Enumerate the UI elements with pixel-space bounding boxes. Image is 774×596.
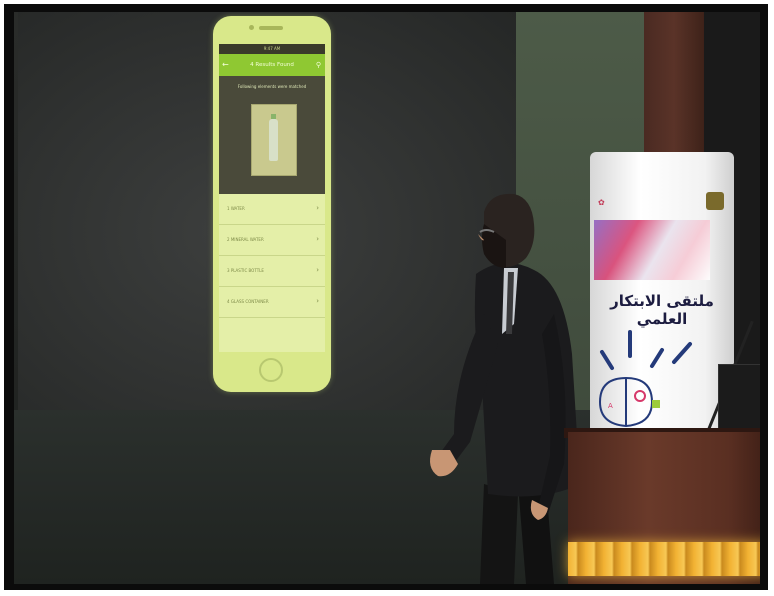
list-item[interactable]: 4 GLASS CONTAINER › <box>219 287 325 318</box>
sponsor-logo: ✿ <box>598 198 605 207</box>
app-header: ← 4 Results Found ⚲ <box>219 54 325 76</box>
organizer-logo <box>706 192 724 210</box>
projected-phone: 9:47 AM ← 4 Results Found ⚲ Following el… <box>213 16 331 392</box>
list-item[interactable]: 1 WATER › <box>219 194 325 225</box>
scanned-image <box>251 104 297 176</box>
result-label: 2 MINERAL WATER <box>227 237 264 242</box>
home-button <box>259 358 283 382</box>
status-time: 9:47 AM <box>263 46 281 51</box>
chevron-right-icon: › <box>316 266 319 274</box>
result-label: 4 GLASS CONTAINER <box>227 299 269 304</box>
event-banner: ✿ ملتقى الابتكار العلمي A <box>590 152 734 436</box>
bottle-shape <box>269 119 278 161</box>
chevron-right-icon: › <box>316 204 319 212</box>
result-label: 1 WATER <box>227 206 245 211</box>
header-title: 4 Results Found <box>250 62 294 68</box>
chevron-right-icon: › <box>316 297 319 305</box>
list-item[interactable]: 2 MINERAL WATER › <box>219 225 325 256</box>
result-label: 3 PLASTIC BOTTLE <box>227 268 264 273</box>
chevron-right-icon: › <box>316 235 319 243</box>
presenter <box>430 193 580 584</box>
wood-panel <box>644 12 704 162</box>
status-bar: 9:47 AM <box>219 44 325 54</box>
laptop <box>718 364 760 432</box>
svg-text:A: A <box>608 402 613 410</box>
photo-frame: 9:47 AM ← 4 Results Found ⚲ Following el… <box>4 4 768 590</box>
search-icon[interactable]: ⚲ <box>316 54 321 76</box>
match-panel: Following elements were matched <box>219 76 325 194</box>
match-message: Following elements were matched <box>237 84 307 89</box>
back-arrow-icon[interactable]: ← <box>222 54 229 76</box>
list-item[interactable]: 3 PLASTIC BOTTLE › <box>219 256 325 287</box>
phone-camera <box>249 25 254 30</box>
phone-speaker <box>259 26 283 30</box>
phone-screen: 9:47 AM ← 4 Results Found ⚲ Following el… <box>219 44 325 352</box>
presentation-scene: 9:47 AM ← 4 Results Found ⚲ Following el… <box>14 12 760 584</box>
results-list: 1 WATER › 2 MINERAL WATER › 3 PLASTIC BO… <box>219 194 325 352</box>
podium-lights <box>568 542 760 576</box>
banner-artwork <box>594 220 710 280</box>
